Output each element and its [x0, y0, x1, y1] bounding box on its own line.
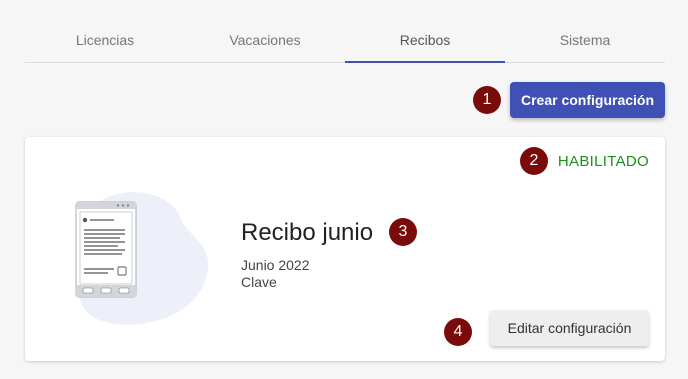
device-dot-icon	[126, 204, 130, 207]
document-logo-icon	[82, 217, 88, 223]
marker-1-badge: 1	[473, 86, 501, 114]
device-dot-icon	[121, 204, 125, 207]
receipt-meta: Junio 2022 Clave	[241, 257, 310, 291]
marker-4-badge: 4	[444, 318, 472, 346]
receipt-card: HABILITADO Recibo junio Junio 2022 Clave…	[25, 137, 665, 361]
receipt-date: Junio 2022	[241, 257, 310, 273]
tab-sistema[interactable]: Sistema	[505, 18, 665, 62]
tab-vacaciones[interactable]: Vacaciones	[185, 18, 345, 62]
tab-bar: Licencias Vacaciones Recibos Sistema	[25, 18, 665, 63]
edit-configuration-button[interactable]: Editar configuración	[490, 310, 649, 346]
marker-2-badge: 2	[520, 147, 548, 175]
device-dot-icon	[116, 204, 120, 207]
receipt-key: Clave	[241, 274, 277, 290]
tab-licencias[interactable]: Licencias	[25, 18, 185, 62]
marker-3-badge: 3	[389, 218, 417, 246]
receipt-title: Recibo junio	[241, 219, 374, 246]
attachment-icon	[117, 266, 127, 276]
footer-button-icon	[100, 287, 112, 294]
status-badge: HABILITADO	[557, 153, 649, 170]
footer-button-icon	[118, 287, 130, 294]
create-configuration-button[interactable]: Crear configuración	[510, 82, 665, 118]
receipt-illustration	[75, 192, 209, 325]
footer-button-icon	[82, 287, 94, 294]
tab-recibos[interactable]: Recibos	[345, 18, 505, 63]
